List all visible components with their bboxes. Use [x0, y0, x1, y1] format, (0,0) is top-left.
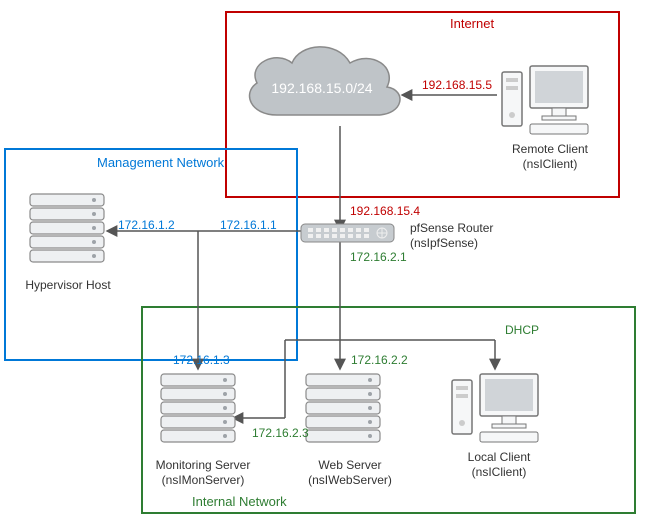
ip-hypervisor: 172.16.1.2 — [118, 218, 175, 232]
remote-client-label: Remote Client (nsIClient) — [505, 142, 595, 172]
ip-router-mgmt: 172.16.1.1 — [220, 218, 277, 232]
internet-cloud-icon: 192.168.15.0/24 — [232, 35, 412, 135]
local-client-label: Local Client (nsIClient) — [454, 450, 544, 480]
ip-cloud-to-router: 192.168.15.4 — [350, 204, 420, 218]
cloud-subnet: 192.168.15.0/24 — [271, 80, 372, 96]
ip-webserver: 172.16.2.2 — [351, 353, 408, 367]
monitoring-server-label: Monitoring Server (nsIMonServer) — [148, 458, 258, 488]
ip-router-internal: 172.16.2.1 — [350, 250, 407, 264]
ip-monserver: 172.16.1.3 — [173, 353, 230, 367]
ip-remote-to-cloud: 192.168.15.5 — [422, 78, 492, 92]
web-server-label: Web Server (nsIWebServer) — [300, 458, 400, 488]
hypervisor-label: Hypervisor Host — [18, 278, 118, 293]
ip-monserver-internal: 172.16.2.3 — [252, 426, 309, 440]
pfsense-router-label: pfSense Router (nsIpfSense) — [410, 221, 510, 251]
ip-localclient-dhcp: DHCP — [505, 323, 539, 337]
